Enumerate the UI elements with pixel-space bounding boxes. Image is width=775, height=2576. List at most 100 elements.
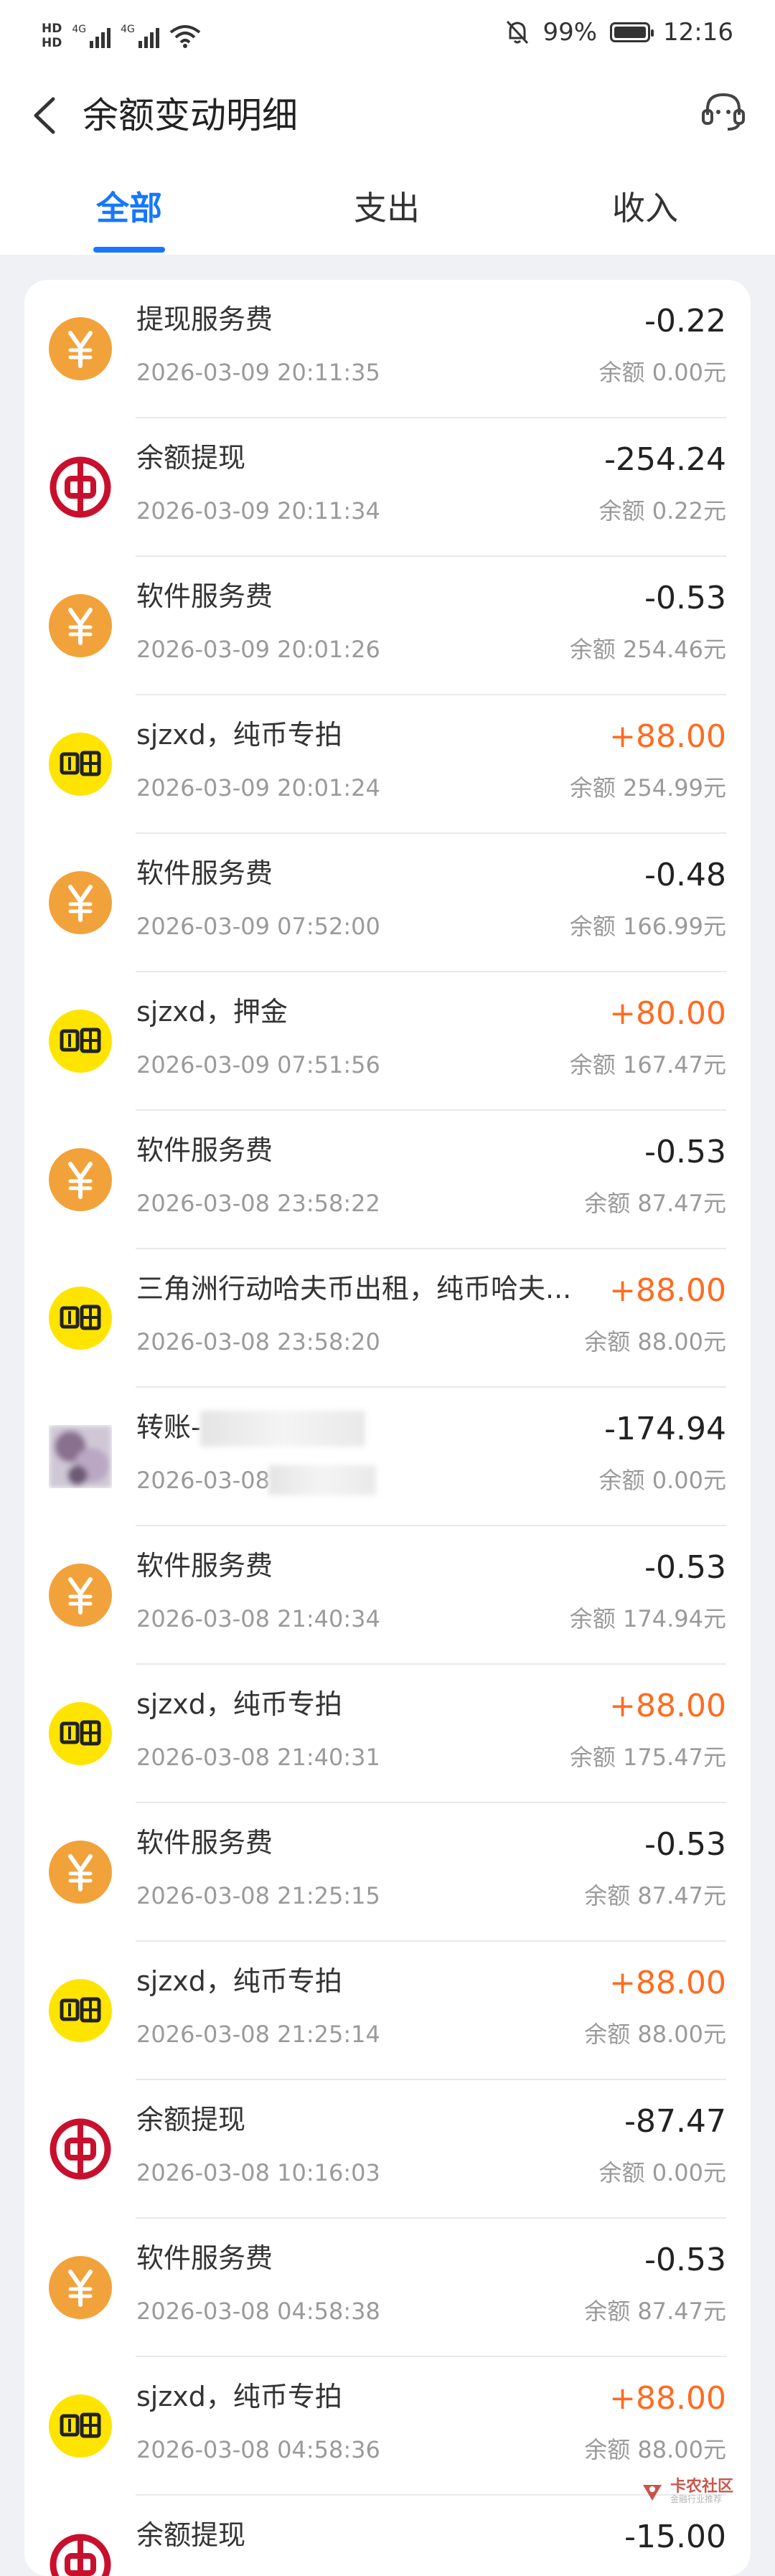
transaction-balance: 余额 174.94元 [569, 1605, 726, 1632]
transaction-row[interactable]: 软件服务费 2026-03-09 20:01:26 -0.53 余额 254.46元 [24, 557, 751, 695]
app-header: 余额变动明细 [0, 65, 775, 165]
transaction-amount: +88.00 [609, 718, 726, 755]
transaction-name: 余额提现 [136, 442, 246, 474]
bank-of-china-icon [49, 2117, 112, 2181]
status-bar: HD HD 4G 4G 99% 12:16 [0, 0, 775, 65]
transaction-row[interactable]: 余额提现 -15.00 [24, 2496, 751, 2576]
transaction-amount: -0.22 [644, 303, 726, 339]
transaction-balance: 余额 254.99元 [569, 774, 726, 802]
yuan-coin-icon [49, 317, 112, 380]
yuan-coin-icon [49, 1564, 112, 1627]
transaction-balance: 余额 0.00元 [598, 359, 726, 386]
kanong-logo-icon [642, 2485, 662, 2501]
hd-indicators: HD HD [42, 22, 62, 50]
yuan-coin-icon [49, 2256, 112, 2319]
transaction-amount: -254.24 [604, 441, 726, 478]
transaction-amount: -0.53 [644, 1134, 726, 1170]
transaction-row[interactable]: 软件服务费 2026-03-08 21:40:34 -0.53 余额 174.94元 [24, 1526, 751, 1665]
transaction-balance: 余额 0.22元 [598, 497, 726, 525]
transaction-name: 余额提现 [136, 2519, 246, 2551]
back-arrow-icon[interactable] [26, 90, 66, 141]
transaction-name: 转账- [136, 1411, 201, 1443]
transaction-row[interactable]: sjzxd，押金 2026-03-09 07:51:56 +80.00 余额 167.… [24, 972, 751, 1111]
transaction-row[interactable]: 三角洲行动哈夫币出租，纯币哈夫... 2026-03-08 23:58:20 +88… [24, 1249, 751, 1388]
transaction-time: 2026-03-08 10:16:03 [136, 2159, 380, 2186]
page-title: 余额变动明细 [83, 95, 298, 136]
clock: 12:16 [663, 18, 733, 47]
tab-income[interactable]: 收入 [555, 187, 735, 230]
transaction-row[interactable]: sjzxd，纯币专拍 2026-03-08 21:25:14 +88.00 余额 88… [24, 1942, 751, 2080]
transaction-amount: +88.00 [609, 2380, 726, 2417]
battery-percent: 99% [542, 18, 598, 47]
transaction-balance: 余额 175.47元 [569, 1744, 726, 1771]
top-bar: HD HD 4G 4G 99% 12:16 余额变动明细 全部 支出 收入 [0, 0, 775, 255]
xianyu-icon [49, 1287, 112, 1350]
transaction-amount: -0.48 [644, 857, 726, 893]
bank-of-china-icon [49, 456, 112, 519]
transaction-name: 软件服务费 [136, 2242, 273, 2274]
transaction-time: 2026-03-09 20:01:26 [136, 636, 380, 663]
signal-icon-2: 4G [121, 24, 159, 48]
battery-icon [610, 22, 654, 42]
network-type-2: 4G [121, 24, 135, 35]
status-right: 99% 12:16 [505, 16, 733, 49]
transaction-row[interactable]: sjzxd，纯币专拍 2026-03-08 04:58:36 +88.00 余额 88… [24, 2357, 751, 2496]
transaction-time: 2026-03-09 20:01:24 [136, 774, 380, 802]
transaction-name: 软件服务费 [136, 1827, 273, 1858]
battery-fill [614, 27, 647, 38]
xianyu-icon [49, 2394, 112, 2458]
transaction-time: 2026-03-08 21:40:34 [136, 1605, 380, 1632]
transaction-balance: 余额 88.00元 [584, 2436, 726, 2463]
watermark-text: 卡农社区 金融行业推荐 [670, 2479, 733, 2504]
signal-icon-1: 4G [72, 24, 111, 48]
transaction-name: 软件服务费 [136, 580, 273, 612]
transaction-name: 软件服务费 [136, 857, 273, 889]
status-left: HD HD 4G 4G [42, 16, 201, 56]
transaction-row[interactable]: 软件服务费 2026-03-08 04:58:38 -0.53 余额 87.47元 [24, 2219, 751, 2357]
transaction-name: sjzxd，押金 [136, 996, 288, 1028]
transaction-name: 三角洲行动哈夫币出租，纯币哈夫... [136, 1273, 572, 1305]
transaction-balance: 余额 0.00元 [598, 1467, 726, 1494]
transaction-amount: +88.00 [609, 1272, 726, 1309]
hd-label-1: HD [42, 22, 62, 36]
transaction-row[interactable]: 软件服务费 2026-03-08 21:25:15 -0.53 余额 87.47元 [24, 1803, 751, 1942]
tab-expense[interactable]: 支出 [297, 187, 476, 230]
transaction-balance: 余额 0.00元 [598, 2159, 726, 2186]
transaction-row[interactable]: sjzxd，纯币专拍 2026-03-09 20:01:24 +88.00 余额 25… [24, 695, 751, 834]
hd-label-2: HD [42, 36, 62, 50]
transaction-row[interactable]: 转账- 2026-03-08 2 -174.94 余额 0.00元 [24, 1388, 751, 1526]
transaction-balance: 余额 166.99元 [569, 913, 726, 940]
transaction-amount: -174.94 [604, 1411, 726, 1447]
transaction-amount: -0.53 [644, 1549, 726, 1586]
transaction-time: 2026-03-08 23:58:20 [136, 1328, 380, 1355]
transaction-balance: 余额 87.47元 [584, 1190, 726, 1217]
user-avatar-icon [49, 1425, 112, 1488]
transaction-amount: -15.00 [624, 2519, 726, 2555]
transaction-row[interactable]: 余额提现 2026-03-08 10:16:03 -87.47 余额 0.00元 [24, 2080, 751, 2219]
transaction-row[interactable]: 软件服务费 2026-03-09 07:52:00 -0.48 余额 166.99元 [24, 834, 751, 972]
tab-all[interactable]: 全部 [39, 187, 219, 230]
transaction-balance: 余额 88.00元 [584, 1328, 726, 1355]
transaction-name: sjzxd，纯币专拍 [136, 1965, 342, 1997]
transaction-name: sjzxd，纯币专拍 [136, 1688, 342, 1720]
transaction-balance: 余额 87.47元 [584, 1882, 726, 1909]
transaction-name: 提现服务费 [136, 304, 273, 335]
watermark-main: 卡农社区 [670, 2478, 733, 2496]
transaction-balance: 余额 254.46元 [569, 636, 726, 663]
transaction-amount: +88.00 [609, 1688, 726, 1724]
transaction-time: 2026-03-09 20:11:34 [136, 497, 380, 525]
yuan-coin-icon [49, 594, 112, 657]
transaction-time: 2026-03-08 21:25:14 [136, 2021, 380, 2048]
transaction-amount: -0.53 [644, 1826, 726, 1863]
transaction-row[interactable]: sjzxd，纯币专拍 2026-03-08 21:40:31 +88.00 余额 17… [24, 1665, 751, 1803]
transaction-name: 余额提现 [136, 2104, 246, 2135]
transaction-balance: 余额 88.00元 [584, 2021, 726, 2048]
transaction-time: 2026-03-09 07:51:56 [136, 1051, 380, 1078]
transaction-list: 提现服务费 2026-03-09 20:11:35 -0.22 余额 0.00元 余额提… [24, 280, 751, 2576]
customer-service-icon[interactable] [698, 86, 749, 138]
transaction-row[interactable]: 软件服务费 2026-03-08 23:58:22 -0.53 余额 87.47元 [24, 1111, 751, 1249]
transaction-row[interactable]: 余额提现 2026-03-09 20:11:34 -254.24 余额 0.22元 [24, 418, 751, 557]
transaction-name: 软件服务费 [136, 1550, 273, 1581]
transaction-row[interactable]: 提现服务费 2026-03-09 20:11:35 -0.22 余额 0.00元 [24, 280, 751, 418]
filter-tabs: 全部 支出 收入 [0, 165, 775, 255]
